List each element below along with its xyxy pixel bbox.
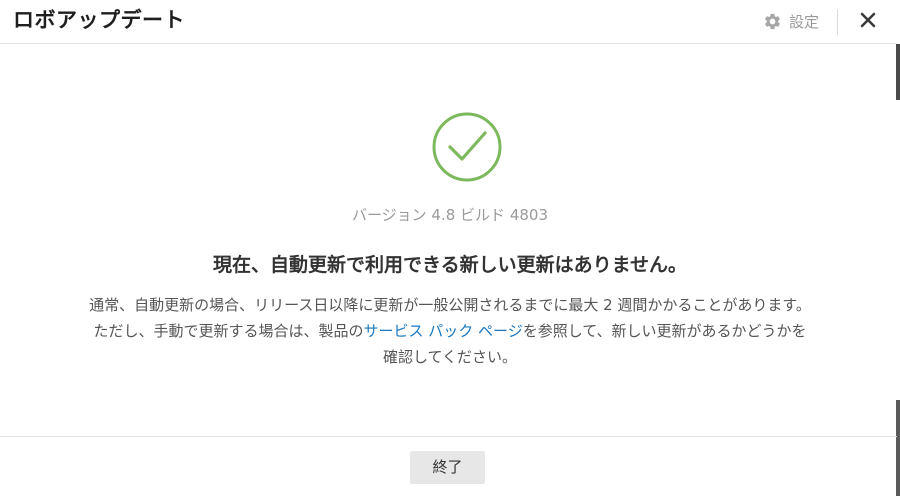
finish-button[interactable]: 終了: [410, 451, 485, 484]
service-pack-link[interactable]: サービス パック ページ: [363, 322, 522, 340]
gear-icon: [763, 12, 782, 31]
description-line-1: 通常、自動更新の場合、リリース日以降に更新が一般公開されるまでに最大 2 週間か…: [89, 296, 811, 314]
dialog-title: ロボアップデート: [13, 8, 185, 32]
description-line-3: 確認してください。: [382, 348, 518, 366]
version-text: バージョン 4.8 ビルド 4803: [351, 206, 549, 224]
description-text: を参照して、新しい更新があるかどうかを: [522, 322, 807, 340]
close-icon[interactable]: [858, 10, 878, 30]
window-edge: [896, 400, 900, 496]
settings-button[interactable]: 設定: [763, 9, 819, 33]
settings-label: 設定: [789, 12, 820, 31]
description-text: ただし、手動で更新する場合は、製品の: [93, 322, 364, 340]
footer-divider: [0, 436, 897, 437]
dialog-header: ロボアップデート 設定: [0, 0, 897, 44]
checkmark-circle-icon: [430, 111, 505, 186]
window-edge: [896, 44, 900, 100]
status-headline: 現在、自動更新で利用できる新しい更新はありません。: [212, 254, 688, 276]
description-line-2: ただし、手動で更新する場合は、製品のサービス パック ページを参照して、新しい更…: [30, 318, 870, 344]
description-paragraph: 通常、自動更新の場合、リリース日以降に更新が一般公開されるまでに最大 2 週間か…: [30, 292, 870, 370]
robo-update-dialog: ロボアップデート 設定 バージョン 4.8 ビルド 4803 現在、自動更新で利…: [0, 0, 900, 496]
header-divider: [837, 9, 838, 35]
